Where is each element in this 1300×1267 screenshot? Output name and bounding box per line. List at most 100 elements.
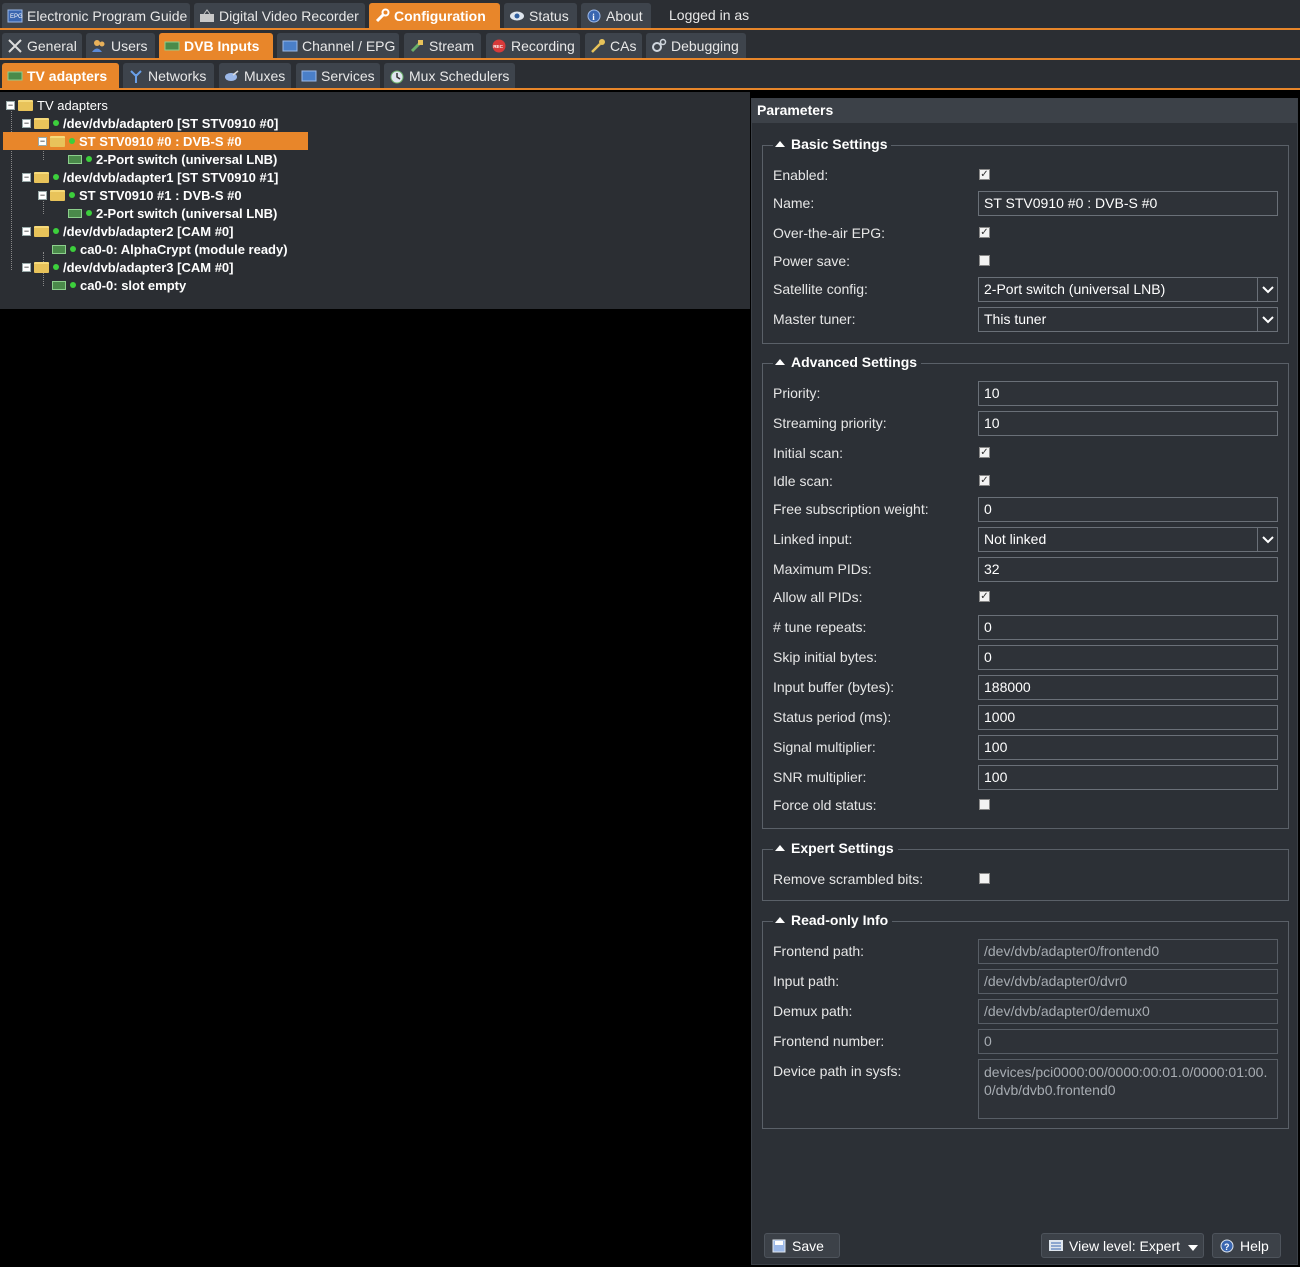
card-icon (68, 208, 82, 218)
collapse-icon[interactable]: − (22, 118, 31, 128)
tab-general[interactable]: General (2, 33, 82, 58)
tab-debugging[interactable]: Debugging (646, 33, 746, 58)
tab-cas[interactable]: CAs (585, 33, 642, 58)
help-button[interactable]: ? Help (1212, 1233, 1281, 1258)
collapse-arrow-icon (775, 917, 785, 923)
status-dot-icon (86, 156, 92, 162)
tree-root[interactable]: − TV adapters (6, 96, 108, 114)
card-icon (68, 154, 82, 164)
initial-scan-row: Initial scan: ✓ (773, 445, 990, 461)
tab-label: Services (321, 67, 375, 84)
tab-status[interactable]: Status (504, 3, 577, 28)
initial-scan-checkbox[interactable]: ✓ (979, 447, 990, 458)
ota-epg-checkbox[interactable]: ✓ (979, 227, 990, 238)
status-period-row: Status period (ms): 1000 (773, 705, 1278, 730)
save-button[interactable]: Save (764, 1233, 840, 1258)
tab-label: TV adapters (27, 67, 108, 84)
allow-all-pids-checkbox[interactable]: ✓ (979, 591, 990, 602)
collapse-icon[interactable]: − (22, 226, 31, 236)
expert-settings-legend[interactable]: Expert Settings (773, 840, 898, 856)
recorder-icon (199, 8, 215, 24)
free-sub-weight-field[interactable]: 0 (978, 497, 1278, 522)
tree-node-cam0[interactable]: ca0-0: AlphaCrypt (module ready) (52, 240, 288, 258)
main-nav-bar: EPG Electronic Program Guide Digital Vid… (0, 0, 1300, 30)
tab-tv-adapters[interactable]: TV adapters (2, 63, 119, 88)
card-icon (7, 68, 23, 84)
frontend-path-field: /dev/dvb/adapter0/frontend0 (978, 939, 1278, 964)
tab-muxes[interactable]: Muxes (219, 63, 291, 88)
name-field[interactable]: ST STV0910 #0 : DVB-S #0 (978, 191, 1278, 216)
status-dot-icon (53, 264, 59, 270)
status-period-field[interactable]: 1000 (978, 705, 1278, 730)
signal-multiplier-field[interactable]: 100 (978, 735, 1278, 760)
snr-multiplier-field[interactable]: 100 (978, 765, 1278, 790)
tab-users[interactable]: Users (86, 33, 155, 58)
master-tuner-select[interactable]: This tuner (978, 307, 1278, 332)
tab-label: Digital Video Recorder (219, 7, 359, 24)
view-level-dropdown[interactable]: View level: Expert (1041, 1233, 1204, 1258)
satellite-config-select[interactable]: 2-Port switch (universal LNB) (978, 277, 1278, 302)
frontend-path-row: Frontend path: /dev/dvb/adapter0/fronten… (773, 939, 1278, 964)
max-pids-field[interactable]: 32 (978, 557, 1278, 582)
force-old-status-checkbox[interactable] (979, 799, 990, 810)
tree-node-frontend0-selected[interactable]: − ST STV0910 #0 : DVB-S #0 (3, 132, 308, 150)
sysfs-path-row: Device path in sysfs: devices/pci0000:00… (773, 1059, 1278, 1119)
enabled-checkbox[interactable]: ✓ (979, 169, 990, 180)
tree-node-frontend1[interactable]: − ST STV0910 #1 : DVB-S #0 (38, 186, 242, 204)
tab-about[interactable]: i About (581, 3, 651, 28)
collapse-icon[interactable]: − (6, 100, 15, 110)
collapse-icon[interactable]: − (38, 136, 47, 146)
idle-scan-row: Idle scan: ✓ (773, 473, 990, 489)
expert-settings-group: Expert Settings Remove scrambled bits: (762, 840, 1289, 901)
tree-node-lnb1[interactable]: 2-Port switch (universal LNB) (68, 204, 277, 222)
tree-node-cam-slot[interactable]: ca0-0: slot empty (52, 276, 186, 294)
sysfs-path-field: devices/pci0000:00/0000:00:01.0/0000:01:… (978, 1059, 1278, 1119)
tab-label: Muxes (244, 67, 286, 84)
tab-recording[interactable]: REC Recording (486, 33, 580, 58)
max-pids-row: Maximum PIDs: 32 (773, 557, 1278, 582)
tree-node-adapter1[interactable]: − /dev/dvb/adapter1 [ST STV0910 #1] (22, 168, 278, 186)
tab-label: About (606, 7, 643, 24)
eye-icon (509, 8, 525, 24)
tab-epg[interactable]: EPG Electronic Program Guide (2, 3, 190, 28)
collapse-icon[interactable]: − (22, 172, 31, 182)
folder-icon (34, 171, 49, 183)
chevron-down-icon[interactable] (1257, 278, 1277, 301)
advanced-settings-legend[interactable]: Advanced Settings (773, 354, 922, 370)
folder-icon (34, 225, 49, 237)
tune-repeats-field[interactable]: 0 (978, 615, 1278, 640)
priority-field[interactable]: 10 (978, 381, 1278, 406)
input-buffer-row: Input buffer (bytes): 188000 (773, 675, 1278, 700)
power-save-checkbox[interactable] (979, 255, 990, 266)
skip-initial-bytes-field[interactable]: 0 (978, 645, 1278, 670)
streaming-priority-field[interactable]: 10 (978, 411, 1278, 436)
idle-scan-checkbox[interactable]: ✓ (979, 475, 990, 486)
input-buffer-field[interactable]: 188000 (978, 675, 1278, 700)
tree-node-adapter3[interactable]: − /dev/dvb/adapter3 [CAM #0] (22, 258, 234, 276)
frontend-number-field: 0 (978, 1029, 1278, 1054)
tree-node-adapter0[interactable]: − /dev/dvb/adapter0 [ST STV0910 #0] (22, 114, 278, 132)
tree-node-lnb0[interactable]: 2-Port switch (universal LNB) (68, 150, 277, 168)
tab-channel-epg[interactable]: Channel / EPG (277, 33, 399, 58)
tab-dvr[interactable]: Digital Video Recorder (194, 3, 365, 28)
tab-configuration[interactable]: Configuration (369, 3, 500, 28)
tab-label: Stream (429, 37, 475, 54)
tab-services[interactable]: Services (296, 63, 380, 88)
tab-label: CAs (610, 37, 637, 54)
collapse-icon[interactable]: − (38, 190, 47, 200)
linked-input-select[interactable]: Not linked (978, 527, 1278, 552)
readonly-info-legend[interactable]: Read-only Info (773, 912, 893, 928)
tab-stream[interactable]: Stream (404, 33, 481, 58)
basic-settings-legend[interactable]: Basic Settings (773, 136, 892, 152)
chevron-down-icon[interactable] (1257, 308, 1277, 331)
tab-mux-schedulers[interactable]: Mux Schedulers (384, 63, 515, 88)
collapse-icon[interactable]: − (22, 262, 31, 272)
advanced-settings-group: Advanced Settings Priority: 10 Streaming… (762, 354, 1289, 829)
tab-dvb-inputs[interactable]: DVB Inputs (159, 33, 273, 58)
streaming-priority-row: Streaming priority: 10 (773, 411, 1278, 436)
tab-networks[interactable]: Networks (123, 63, 214, 88)
folder-icon (50, 135, 65, 147)
chevron-down-icon[interactable] (1257, 528, 1277, 551)
remove-scrambled-checkbox[interactable] (979, 873, 990, 884)
tree-node-adapter2[interactable]: − /dev/dvb/adapter2 [CAM #0] (22, 222, 234, 240)
